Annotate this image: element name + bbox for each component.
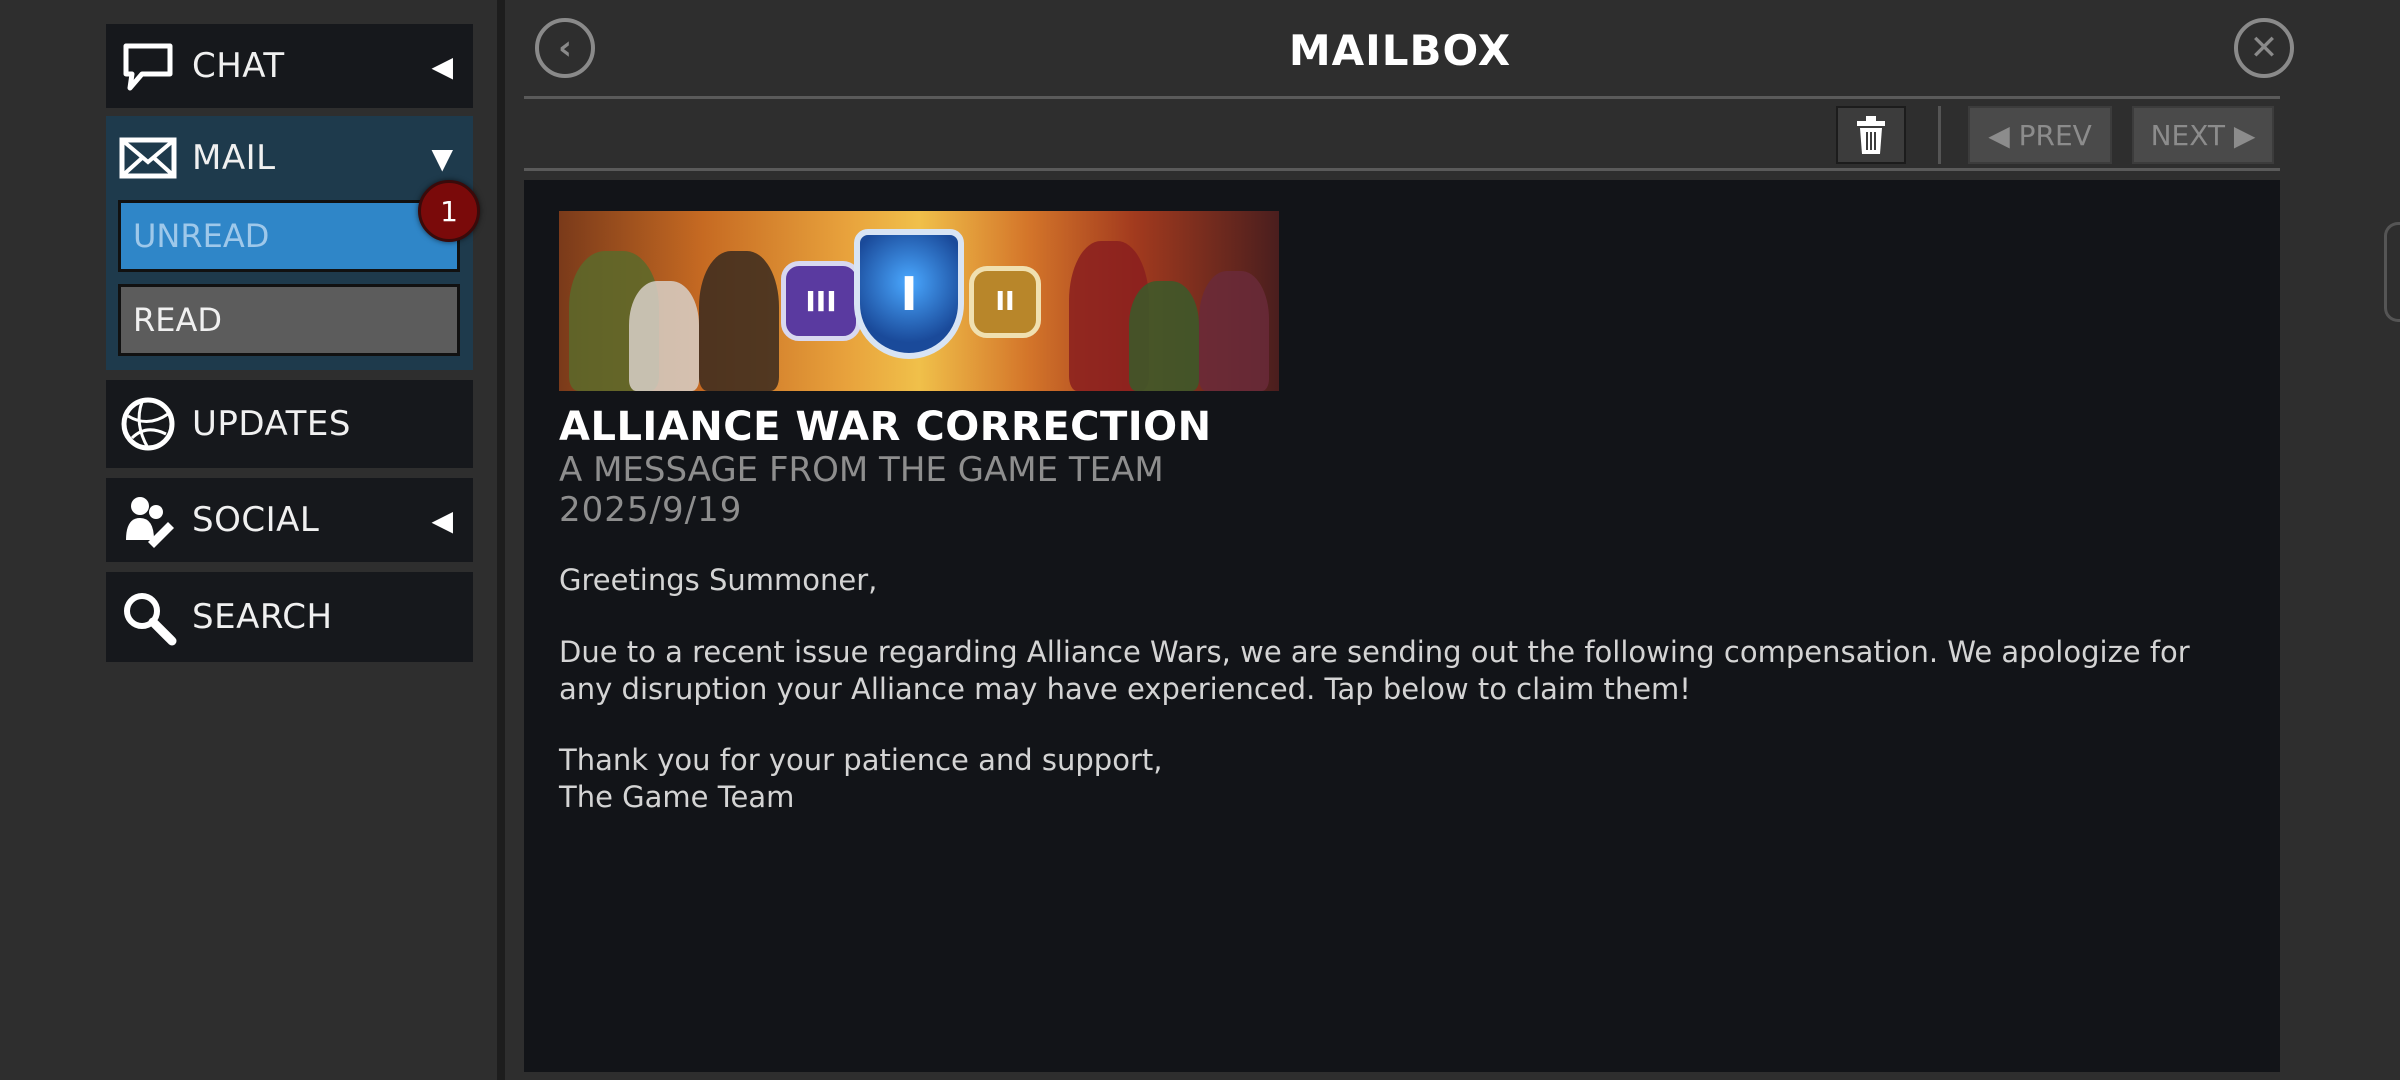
banner-figure bbox=[1129, 281, 1199, 391]
nav-search[interactable]: SEARCH bbox=[106, 572, 473, 662]
people-icon bbox=[116, 488, 180, 552]
mail-read-tab[interactable]: READ bbox=[118, 284, 460, 356]
trash-icon bbox=[1857, 116, 1885, 154]
back-arrow-icon: ‹ bbox=[557, 28, 572, 68]
magnifier-icon bbox=[116, 585, 180, 649]
nav-chat-label: CHAT bbox=[192, 46, 285, 86]
collapse-arrow-icon: ◀ bbox=[431, 49, 453, 83]
nav-social[interactable]: SOCIAL ◀ bbox=[106, 478, 473, 562]
close-icon: ✕ bbox=[2249, 28, 2279, 68]
side-panel-handle[interactable] bbox=[2384, 222, 2400, 322]
message-greeting: Greetings Summoner, bbox=[559, 563, 878, 597]
expand-arrow-icon: ▼ bbox=[431, 141, 453, 175]
message-closing-line: Thank you for your patience and support, bbox=[559, 743, 1163, 777]
message-title: ALLIANCE WAR CORRECTION bbox=[559, 404, 1212, 450]
nav-mail[interactable]: MAIL ▼ bbox=[106, 116, 473, 200]
nav-updates[interactable]: UPDATES bbox=[106, 380, 473, 468]
nav-updates-label: UPDATES bbox=[192, 404, 351, 444]
mail-unread-tab[interactable]: UNREAD bbox=[118, 200, 460, 272]
message-closing: Thank you for your patience and support,… bbox=[559, 742, 2219, 816]
sidebar: CHAT ◀ MAIL ▼ UNREAD READ 1 UPDATES SOCI… bbox=[0, 0, 497, 1080]
globe-icon bbox=[116, 392, 180, 456]
next-button[interactable]: NEXT ▶ bbox=[2132, 106, 2274, 164]
nav-chat[interactable]: CHAT ◀ bbox=[106, 24, 473, 108]
mail-group: MAIL ▼ UNREAD READ bbox=[106, 116, 473, 370]
unread-count-badge: 1 bbox=[418, 180, 480, 242]
collapse-arrow-icon: ◀ bbox=[431, 503, 453, 537]
back-button[interactable]: ‹ bbox=[535, 18, 595, 78]
close-button[interactable]: ✕ bbox=[2234, 18, 2294, 78]
tier-one-shield-icon: I bbox=[854, 229, 964, 359]
toolbar-separator bbox=[1938, 106, 1941, 164]
banner-figure bbox=[699, 251, 779, 391]
nav-search-label: SEARCH bbox=[192, 597, 333, 637]
tier-three-medal-icon: III bbox=[781, 261, 861, 341]
header-divider bbox=[524, 96, 2280, 99]
alliance-war-banner: III I II bbox=[559, 211, 1279, 391]
banner-figure bbox=[629, 281, 699, 391]
message-signature: The Game Team bbox=[559, 780, 795, 814]
message-date: 2025/9/19 bbox=[559, 490, 743, 530]
tier-two-medal-icon: II bbox=[969, 266, 1041, 338]
message-paragraph: Due to a recent issue regarding Alliance… bbox=[559, 635, 2190, 706]
sidebar-divider bbox=[497, 0, 505, 1080]
message-subtitle: A MESSAGE FROM THE GAME TEAM bbox=[559, 450, 1164, 490]
nav-mail-label: MAIL bbox=[192, 138, 276, 178]
delete-button[interactable] bbox=[1836, 106, 1906, 164]
banner-figure bbox=[1199, 271, 1269, 391]
prev-button[interactable]: ◀ PREV bbox=[1968, 106, 2112, 164]
envelope-icon bbox=[116, 126, 180, 190]
chat-bubble-icon bbox=[116, 34, 180, 98]
nav-social-label: SOCIAL bbox=[192, 500, 320, 540]
toolbar-divider bbox=[524, 168, 2280, 171]
message-panel: III I II ALLIANCE WAR CORRECTION A MESSA… bbox=[524, 180, 2280, 1072]
page-title: MAILBOX bbox=[1288, 26, 1512, 75]
